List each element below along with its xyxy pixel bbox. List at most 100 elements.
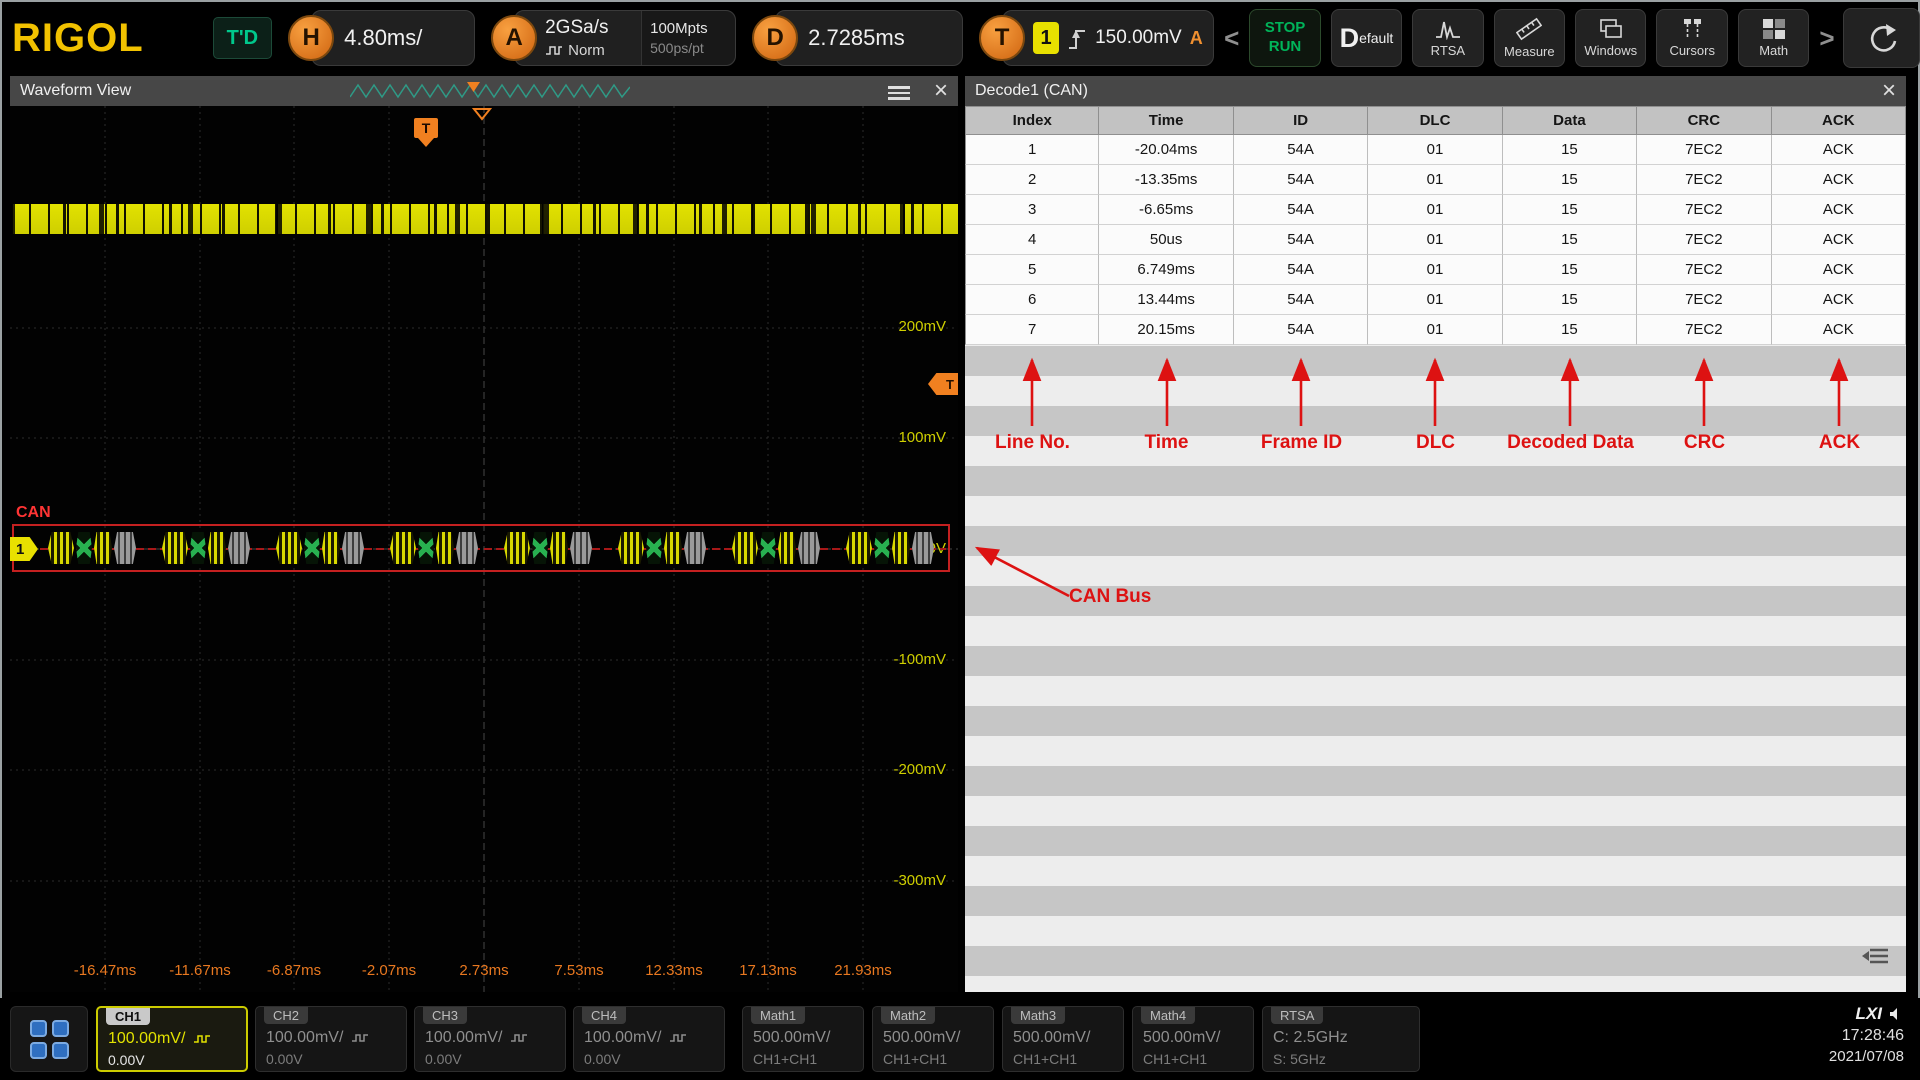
v-axis-label: 100mV [866, 429, 946, 446]
cursors-button[interactable]: Cursors [1656, 9, 1727, 67]
sample-rate: 2GSa/s [545, 17, 641, 39]
waveform-plot[interactable]: T 200mV 100mV 0V -100mV -200mV -300mV T … [10, 106, 958, 992]
table-cell: -13.35ms [1099, 165, 1233, 195]
measure-button[interactable]: Measure [1494, 9, 1565, 67]
ruler-icon [1516, 17, 1542, 41]
table-cell: 2 [965, 165, 1099, 195]
can-frame [276, 531, 364, 565]
math4-block[interactable]: Math4 500.00mV/ CH1+CH1 [1132, 1006, 1254, 1072]
table-cell: ACK [1772, 135, 1906, 165]
utility-button[interactable] [1843, 8, 1920, 68]
table-cell: 3 [965, 195, 1099, 225]
lxi-logo: LXI [1856, 1004, 1882, 1024]
table-cell: ACK [1772, 165, 1906, 195]
toolbar-expand-right[interactable]: > [1819, 23, 1834, 54]
coupling-icon [351, 1033, 369, 1043]
table-cell: 7EC2 [1637, 315, 1771, 345]
can-frame [162, 531, 250, 565]
horizontal-settings[interactable]: H 4.80ms/ [288, 10, 475, 66]
table-cell: 15 [1503, 135, 1637, 165]
event-table-menu-icon[interactable] [1862, 946, 1890, 966]
clock-time: 17:28:46 [1829, 1027, 1904, 1045]
waveform-menu-icon[interactable] [888, 86, 910, 103]
home-menu-button[interactable] [10, 1006, 88, 1072]
acquisition-settings[interactable]: A 2GSa/s Norm 100Mpts 500ps/pt [491, 10, 736, 66]
rigol-logo: RIGOL [12, 16, 189, 61]
math-button[interactable]: Math [1738, 9, 1809, 67]
math2-block[interactable]: Math2 500.00mV/ CH1+CH1 [872, 1006, 994, 1072]
ch1-tab: CH1 [106, 1008, 150, 1025]
ch3-block[interactable]: CH3 100.00mV/ 0.00V [414, 1006, 566, 1072]
waveform-title-bar: Waveform View × [10, 76, 958, 106]
v-axis-label: -200mV [866, 761, 946, 778]
rtsa-block[interactable]: RTSA C: 2.5GHz S: 5GHz [1262, 1006, 1420, 1072]
ch2-tab: CH2 [264, 1007, 308, 1024]
math4-scale: 500.00mV/ [1143, 1029, 1220, 1047]
windows-icon [1598, 18, 1624, 40]
time-resolution: 500ps/pt [650, 40, 735, 56]
ch2-scale: 100.00mV/ [266, 1029, 343, 1047]
table-cell: 54A [1234, 165, 1368, 195]
memory-depth: 100Mpts [650, 20, 735, 37]
trigger-position-marker[interactable]: T [414, 118, 438, 147]
toolbar-collapse-left[interactable]: < [1224, 23, 1239, 54]
table-cell: 20.15ms [1099, 315, 1233, 345]
table-cell: ACK [1772, 255, 1906, 285]
ch2-block[interactable]: CH2 100.00mV/ 0.00V [255, 1006, 407, 1072]
can-frame [48, 531, 136, 565]
ch3-tab: CH3 [423, 1007, 467, 1024]
square-wave-icon [545, 45, 563, 56]
rtsa-center-freq: C: 2.5GHz [1273, 1029, 1348, 1047]
table-cell: 01 [1368, 135, 1502, 165]
stop-run-button[interactable]: STOP RUN [1249, 9, 1320, 67]
math3-block[interactable]: Math3 500.00mV/ CH1+CH1 [1002, 1006, 1124, 1072]
math1-scale: 500.00mV/ [753, 1029, 830, 1047]
math1-block[interactable]: Math1 500.00mV/ CH1+CH1 [742, 1006, 864, 1072]
math2-tab: Math2 [881, 1007, 935, 1024]
can-frame [504, 531, 592, 565]
ch4-tab: CH4 [582, 1007, 626, 1024]
math4-expression: CH1+CH1 [1143, 1051, 1207, 1067]
t-axis-label: -16.47ms [60, 962, 150, 979]
ch4-block[interactable]: CH4 100.00mV/ 0.00V [573, 1006, 725, 1072]
oscilloscope-screen: RIGOL T'D H 4.80ms/ A 2GSa/s Norm 100Mpt… [0, 0, 1920, 1080]
math3-scale: 500.00mV/ [1013, 1029, 1090, 1047]
table-cell: 54A [1234, 195, 1368, 225]
annotation-label: Line No. [965, 432, 1100, 454]
trigger-coupling: A [1190, 28, 1203, 49]
annotation-label: DLC [1368, 432, 1503, 454]
table-cell: 01 [1368, 255, 1502, 285]
cursors-icon [1679, 18, 1705, 40]
trigger-settings[interactable]: T 1 150.00mV A [979, 10, 1214, 66]
waveform-view-panel: Waveform View × [10, 76, 958, 992]
acquire-badge: A [491, 15, 537, 61]
t-axis-label: -6.87ms [249, 962, 339, 979]
v-axis-label: -100mV [866, 651, 946, 668]
waveform-close-icon[interactable]: × [934, 76, 948, 106]
annotation-label: Decoded Data [1503, 432, 1638, 454]
table-cell: -20.04ms [1099, 135, 1233, 165]
annotation-label: CRC [1637, 432, 1772, 454]
decode-close-icon[interactable]: × [1882, 76, 1896, 106]
rtsa-button[interactable]: RTSA [1412, 9, 1483, 67]
table-cell: 15 [1503, 285, 1637, 315]
math-grid-icon [1761, 18, 1787, 40]
can-frame [846, 531, 934, 565]
ch1-block[interactable]: CH1 100.00mV/ 0.00V [96, 1006, 248, 1072]
system-status: LXI 17:28:46 2021/07/08 [1829, 1004, 1904, 1065]
acquire-mode: Norm [568, 42, 605, 59]
windows-button[interactable]: Windows [1575, 9, 1646, 67]
delay-settings[interactable]: D 2.7285ms [752, 10, 963, 66]
t-axis-label: -11.67ms [155, 962, 245, 979]
default-label-rest: efault [1359, 30, 1393, 46]
column-header: ID [1234, 106, 1368, 135]
default-button[interactable]: Default [1331, 9, 1402, 67]
table-cell: 54A [1234, 225, 1368, 255]
table-cell: 54A [1234, 135, 1368, 165]
timebase-overview-strip[interactable] [350, 82, 630, 100]
t-axis-label: 12.33ms [629, 962, 719, 979]
default-label-initial: D [1340, 23, 1360, 54]
rtsa-span: S: 5GHz [1273, 1051, 1326, 1067]
table-cell: 01 [1368, 195, 1502, 225]
annotation-label: Frame ID [1234, 432, 1369, 454]
